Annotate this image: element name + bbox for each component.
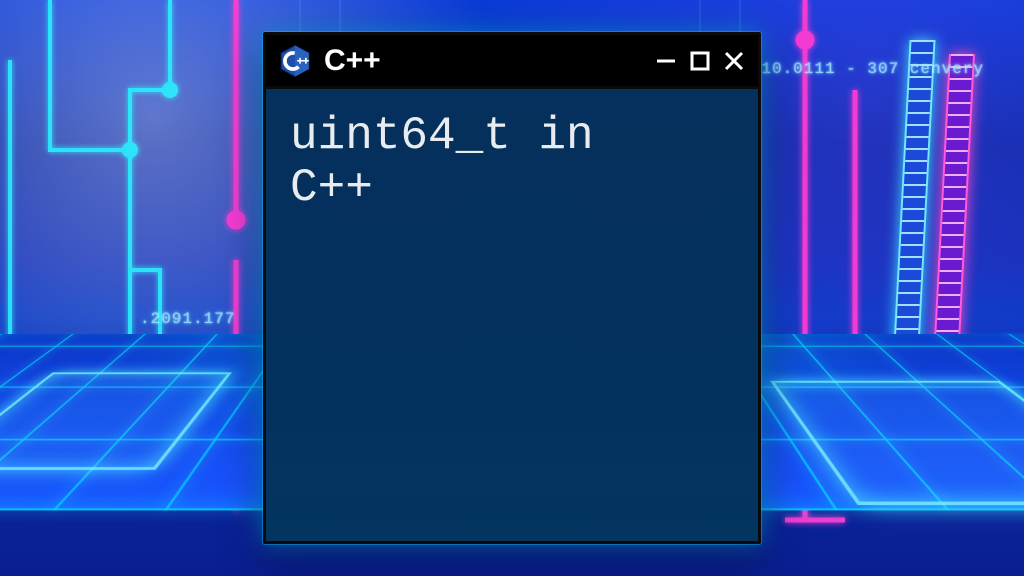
minimize-button[interactable]	[654, 49, 678, 73]
minimize-icon	[655, 50, 677, 72]
bg-label-left: .2091.177	[140, 310, 235, 328]
bg-label-right: 10.0111 - 307 cenvery	[761, 60, 984, 78]
content-line: uint64_t in	[290, 110, 594, 162]
cpp-logo-icon	[278, 44, 312, 78]
close-button[interactable]	[722, 49, 746, 73]
close-icon	[723, 50, 745, 72]
floor-tile	[770, 381, 1024, 505]
terminal-window: C++ uint64_t in C++	[263, 32, 761, 544]
background-scene: .2091.177 10.0111 - 307 cenvery C++	[0, 0, 1024, 576]
titlebar[interactable]: C++	[266, 35, 758, 89]
window-title: C++	[324, 44, 381, 78]
maximize-button[interactable]	[688, 49, 712, 73]
floor-tile	[0, 372, 233, 469]
content-line: C++	[290, 162, 373, 214]
window-controls	[654, 49, 746, 73]
terminal-content: uint64_t in C++	[266, 89, 758, 541]
maximize-icon	[689, 50, 711, 72]
